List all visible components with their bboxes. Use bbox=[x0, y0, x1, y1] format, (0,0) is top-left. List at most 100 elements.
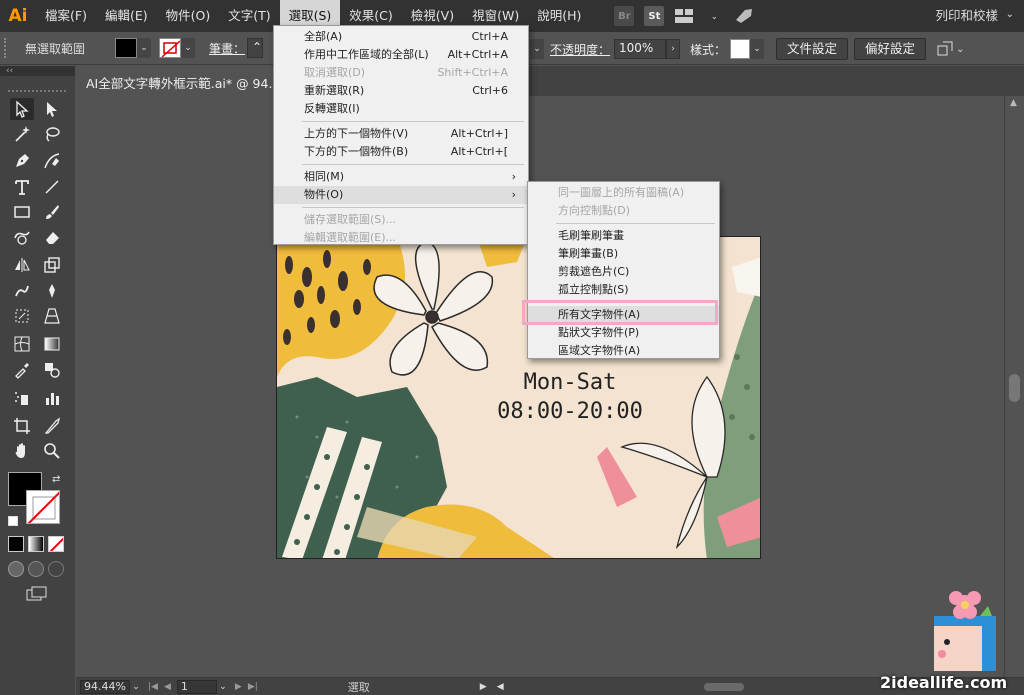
submenu-item-brush-strokes[interactable]: 筆刷筆畫(B) bbox=[528, 245, 719, 263]
preferences-button[interactable]: 偏好設定 bbox=[854, 38, 927, 60]
draw-behind-icon[interactable] bbox=[28, 561, 44, 577]
stroke-color-swatch[interactable] bbox=[26, 490, 60, 524]
submenu-item-all-text-objects[interactable]: 所有文字物件(A) bbox=[528, 306, 719, 324]
reflect-tool-icon[interactable] bbox=[10, 254, 34, 276]
last-artboard-icon[interactable]: ▶| bbox=[248, 682, 258, 692]
bridge-button[interactable]: Br bbox=[614, 6, 635, 26]
selection-tool-icon[interactable] bbox=[10, 98, 34, 120]
opacity-input[interactable]: 100% bbox=[614, 39, 667, 59]
graphic-style-swatch[interactable] bbox=[730, 39, 751, 59]
submenu-item-all-on-same-layer[interactable]: 同一圖層上的所有圖稿(A) bbox=[528, 184, 719, 202]
opacity-dropdown[interactable]: › bbox=[666, 39, 681, 59]
opacity-label[interactable]: 不透明度： bbox=[550, 41, 610, 58]
gradient-mode-icon[interactable] bbox=[28, 536, 44, 552]
line-segment-tool-icon[interactable] bbox=[40, 176, 64, 198]
first-artboard-icon[interactable]: |◀ bbox=[148, 682, 158, 692]
submenu-item-area-text-objects[interactable]: 區域文字物件(A) bbox=[528, 342, 719, 360]
zoom-level-field[interactable]: 94.44% bbox=[80, 679, 130, 694]
chevron-down-icon[interactable]: ⌄ bbox=[956, 44, 964, 55]
document-tab[interactable]: AI全部文字轉外框示範.ai* @ 94.4 bbox=[76, 66, 286, 96]
perspective-grid-tool-icon[interactable] bbox=[40, 305, 64, 327]
scroll-left-icon[interactable]: ◀ bbox=[497, 682, 504, 692]
menu-item-reselect[interactable]: 重新選取(R) Ctrl+6 bbox=[274, 82, 528, 100]
zoom-dropdown-icon[interactable]: ⌄ bbox=[130, 682, 142, 692]
arrange-icon[interactable] bbox=[936, 40, 954, 58]
curvature-tool-icon[interactable] bbox=[40, 150, 64, 172]
column-graph-tool-icon[interactable] bbox=[40, 387, 64, 409]
document-setup-button[interactable]: 文件設定 bbox=[776, 38, 849, 60]
gradient-tool-icon[interactable] bbox=[40, 333, 64, 355]
shaper-tool-icon[interactable] bbox=[10, 226, 34, 248]
gpu-performance-icon[interactable] bbox=[734, 6, 754, 26]
graphic-style-dropdown[interactable]: ⌄ bbox=[750, 39, 765, 59]
hand-tool-icon[interactable] bbox=[10, 440, 34, 462]
lasso-tool-icon[interactable] bbox=[40, 123, 64, 145]
color-mode-icon[interactable] bbox=[8, 536, 24, 552]
submenu-item-point-text-objects[interactable]: 點狀文字物件(P) bbox=[528, 324, 719, 342]
warp-tool-icon[interactable] bbox=[10, 280, 34, 302]
scale-tool-icon[interactable] bbox=[40, 254, 64, 276]
menu-item-next-object-below[interactable]: 下方的下一個物件(B) Alt+Ctrl+[ bbox=[274, 143, 528, 161]
submenu-item-clipping-masks[interactable]: 剪裁遮色片(C) bbox=[528, 263, 719, 281]
menu-item-deselect[interactable]: 取消選取(D) Shift+Ctrl+A bbox=[274, 64, 528, 82]
menu-item-select-all-artboard[interactable]: 作用中工作區域的全部(L) Alt+Ctrl+A bbox=[274, 46, 528, 64]
stock-button[interactable]: St bbox=[644, 6, 665, 26]
stroke-dropdown[interactable]: ⌄ bbox=[181, 38, 195, 58]
stroke-label[interactable]: 筆畫： bbox=[209, 40, 245, 57]
artboard-text-hours[interactable]: 08:00-20:00 bbox=[497, 399, 643, 424]
artboard-number-field[interactable]: 1 bbox=[176, 679, 217, 694]
screen-mode-icon[interactable] bbox=[26, 586, 48, 602]
draw-inside-icon[interactable] bbox=[48, 561, 64, 577]
brush-dropdown[interactable]: ⌄ bbox=[530, 39, 544, 59]
rectangle-tool-icon[interactable] bbox=[10, 201, 34, 223]
collapse-panels-icon[interactable]: ‹‹ bbox=[0, 66, 75, 76]
previous-artboard-icon[interactable]: ◀ bbox=[164, 682, 171, 692]
swap-fill-stroke-icon[interactable]: ⇄ bbox=[52, 474, 60, 485]
stroke-swatch[interactable] bbox=[159, 38, 181, 58]
horizontal-scrollbar-thumb[interactable] bbox=[703, 682, 744, 691]
vertical-scrollbar-thumb[interactable] bbox=[1009, 374, 1020, 402]
menu-help[interactable]: 說明(H) bbox=[528, 0, 590, 32]
toolbar-grip[interactable] bbox=[8, 90, 66, 92]
submenu-item-bristle-brush-strokes[interactable]: 毛刷筆刷筆畫 bbox=[528, 227, 719, 245]
symbol-sprayer-tool-icon[interactable] bbox=[10, 387, 34, 409]
none-mode-icon[interactable] bbox=[48, 536, 64, 552]
eyedropper-tool-icon[interactable] bbox=[10, 359, 34, 381]
free-transform-tool-icon[interactable] bbox=[10, 305, 34, 327]
next-artboard-icon[interactable]: ▶ bbox=[235, 682, 242, 692]
scroll-up-icon[interactable]: ▲ bbox=[1010, 98, 1017, 108]
slice-tool-icon[interactable] bbox=[40, 415, 64, 437]
mesh-tool-icon[interactable] bbox=[10, 333, 34, 355]
menu-item-same[interactable]: 相同(M) › bbox=[274, 168, 528, 186]
eraser-tool-icon[interactable] bbox=[40, 226, 64, 248]
menu-edit[interactable]: 編輯(E) bbox=[96, 0, 157, 32]
default-fill-stroke-icon[interactable] bbox=[8, 516, 18, 526]
menu-file[interactable]: 檔案(F) bbox=[36, 0, 96, 32]
menu-type[interactable]: 文字(T) bbox=[219, 0, 279, 32]
paintbrush-tool-icon[interactable] bbox=[40, 201, 64, 223]
pen-tool-icon[interactable] bbox=[10, 150, 34, 172]
fill-dropdown[interactable]: ⌄ bbox=[137, 38, 151, 58]
arrange-documents-icon[interactable] bbox=[674, 6, 694, 26]
puppet-warp-tool-icon[interactable] bbox=[40, 280, 64, 302]
vertical-scrollbar[interactable]: ▲ bbox=[1004, 96, 1024, 677]
submenu-item-stray-points[interactable]: 孤立控制點(S) bbox=[528, 281, 719, 299]
menu-item-next-object-above[interactable]: 上方的下一個物件(V) Alt+Ctrl+] bbox=[274, 125, 528, 143]
chevron-down-icon[interactable]: ⌄ bbox=[1006, 9, 1014, 20]
status-menu-icon[interactable]: ▶ bbox=[480, 682, 487, 692]
menu-item-select-all[interactable]: 全部(A) Ctrl+A bbox=[274, 28, 528, 46]
direct-selection-tool-icon[interactable] bbox=[40, 98, 64, 120]
artboard-text-days[interactable]: Mon-Sat bbox=[524, 370, 617, 395]
menu-item-save-selection[interactable]: 儲存選取範圍(S)... bbox=[274, 211, 528, 229]
fill-swatch[interactable] bbox=[115, 38, 137, 58]
menu-item-object[interactable]: 物件(O) › bbox=[274, 186, 528, 204]
blend-tool-icon[interactable] bbox=[40, 359, 64, 381]
artboard-dropdown-icon[interactable]: ⌄ bbox=[217, 682, 229, 692]
menu-object[interactable]: 物件(O) bbox=[157, 0, 220, 32]
stroke-weight-stepper[interactable]: ⌃ bbox=[247, 38, 264, 58]
submenu-item-direction-handles[interactable]: 方向控制點(D) bbox=[528, 202, 719, 220]
workspace-switcher[interactable]: 列印和校樣 bbox=[935, 0, 998, 32]
magic-wand-tool-icon[interactable] bbox=[10, 123, 34, 145]
type-tool-icon[interactable] bbox=[10, 176, 34, 198]
menu-item-edit-selection[interactable]: 編輯選取範圍(E)... bbox=[274, 229, 528, 247]
